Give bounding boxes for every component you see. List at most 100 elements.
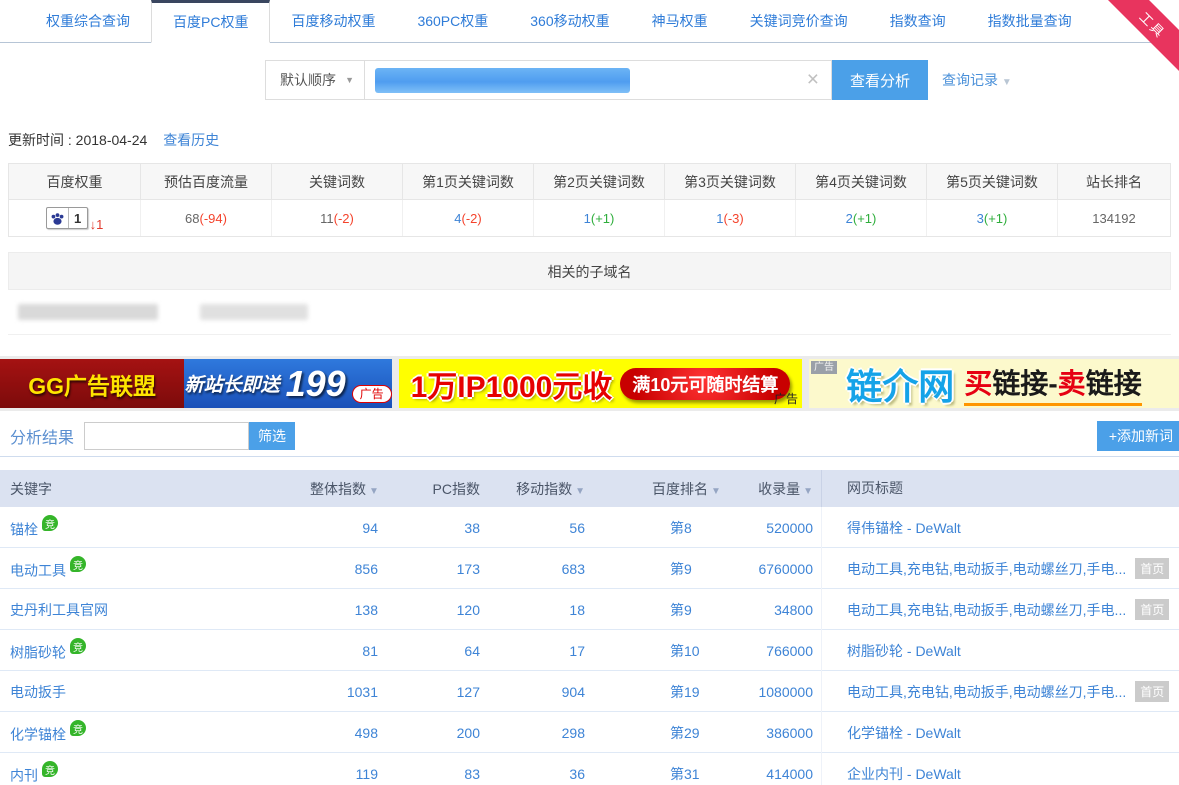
mobile-index-value[interactable]: 18 bbox=[495, 602, 600, 618]
tab-360-mobile-weight[interactable]: 360移动权重 bbox=[509, 0, 630, 42]
ad-right-block: 新站长即送 199 广告 bbox=[184, 359, 392, 408]
baidu-weight-cell: 1 ↓1 bbox=[9, 200, 141, 236]
collect-count-value[interactable]: 1080000 bbox=[715, 684, 821, 700]
table-row: 电动扳手 1031 127 904 第19 1080000 电动工具,充电钻,电… bbox=[0, 671, 1179, 712]
page-title-link[interactable]: 树脂砂轮 - DeWalt bbox=[821, 630, 1179, 671]
keyword-link[interactable]: 电动扳手 bbox=[0, 682, 310, 702]
ad-brand-text: 链介网 bbox=[846, 359, 954, 408]
summary-value-row: 1 ↓1 68(-94) 11(-2) 4(-2) 1(+1) 1(-3) 2(… bbox=[9, 200, 1170, 236]
overall-index-value[interactable]: 94 bbox=[310, 520, 390, 536]
page-title-link[interactable]: 企业内刊 - DeWalt bbox=[821, 753, 1179, 785]
search-box: 默认顺序 ▼ × bbox=[265, 60, 832, 100]
baidu-rank-value[interactable]: 第31 bbox=[600, 764, 715, 784]
baidu-paw-icon bbox=[47, 208, 69, 228]
view-analysis-button[interactable]: 查看分析 bbox=[832, 60, 928, 100]
tab-360-pc-weight[interactable]: 360PC权重 bbox=[396, 0, 509, 42]
top-tab-bar: 权重综合查询 百度PC权重 百度移动权重 360PC权重 360移动权重 神马权… bbox=[0, 0, 1179, 43]
collect-count-value[interactable]: 386000 bbox=[715, 725, 821, 741]
ad-banner-gg-union[interactable]: GG广告联盟 新站长即送 199 广告 bbox=[0, 359, 392, 408]
ad-trade-text: 买链接-卖链接 bbox=[964, 362, 1141, 406]
page1-keywords-value[interactable]: 4(-2) bbox=[403, 200, 534, 236]
col-baidu-rank[interactable]: 百度排名▼ bbox=[600, 479, 715, 499]
keyword-link[interactable]: 锚栓竞 bbox=[0, 515, 310, 540]
mobile-index-value[interactable]: 904 bbox=[495, 684, 600, 700]
redacted-subdomain-link[interactable] bbox=[18, 304, 158, 320]
ad-banner-ip-buy[interactable]: 1万IP1000元收 满10元可随时结算 广告 bbox=[399, 359, 802, 408]
view-history-link[interactable]: 查看历史 bbox=[163, 132, 219, 148]
keyword-link[interactable]: 史丹利工具官网 bbox=[0, 600, 310, 620]
baidu-rank-value[interactable]: 第9 bbox=[600, 600, 715, 620]
pc-index-value[interactable]: 120 bbox=[390, 602, 495, 618]
overall-index-value[interactable]: 1031 bbox=[310, 684, 390, 700]
col-collect-count[interactable]: 收录量▼ bbox=[715, 479, 821, 499]
pc-index-value[interactable]: 38 bbox=[390, 520, 495, 536]
pc-index-value[interactable]: 64 bbox=[390, 643, 495, 659]
tab-baidu-pc-weight[interactable]: 百度PC权重 bbox=[151, 0, 270, 43]
overall-index-value[interactable]: 81 bbox=[310, 643, 390, 659]
tab-shenma-weight[interactable]: 神马权重 bbox=[631, 0, 729, 42]
pc-index-value[interactable]: 83 bbox=[390, 766, 495, 782]
col-overall-index[interactable]: 整体指数▼ bbox=[310, 479, 390, 499]
filter-button[interactable]: 筛选 bbox=[249, 422, 295, 450]
overall-index-value[interactable]: 119 bbox=[310, 766, 390, 782]
page4-keywords-value[interactable]: 2(+1) bbox=[796, 200, 927, 236]
page-title-link[interactable]: 电动工具,充电钻,电动扳手,电动螺丝刀,手电...首页 bbox=[821, 671, 1179, 712]
ad-slogan-text: 1万IP1000元收 bbox=[411, 362, 613, 406]
baidu-rank-value[interactable]: 第8 bbox=[600, 518, 715, 538]
value-main: 4 bbox=[454, 211, 461, 226]
baidu-rank-value[interactable]: 第9 bbox=[600, 559, 715, 579]
pc-index-value[interactable]: 200 bbox=[390, 725, 495, 741]
clear-input-icon[interactable]: × bbox=[795, 68, 831, 92]
tab-index-query[interactable]: 指数查询 bbox=[869, 0, 967, 42]
ad-banner-lianjie[interactable]: 广告 链介网 买链接-卖链接 bbox=[809, 359, 1179, 408]
page3-keywords-value[interactable]: 1(-3) bbox=[665, 200, 796, 236]
keyword-link[interactable]: 内刊竞 bbox=[0, 761, 310, 785]
overall-index-value[interactable]: 856 bbox=[310, 561, 390, 577]
mobile-index-value[interactable]: 298 bbox=[495, 725, 600, 741]
collect-count-value[interactable]: 766000 bbox=[715, 643, 821, 659]
value-change: (-2) bbox=[334, 211, 354, 226]
filter-keyword-input[interactable] bbox=[84, 422, 249, 450]
ad-label-badge: 广告 bbox=[811, 361, 837, 374]
query-history-label: 查询记录 bbox=[942, 72, 998, 88]
collect-count-value[interactable]: 6760000 bbox=[715, 561, 821, 577]
pc-index-value[interactable]: 127 bbox=[390, 684, 495, 700]
baidu-weight-badge[interactable]: 1 bbox=[46, 207, 88, 229]
overall-index-value[interactable]: 138 bbox=[310, 602, 390, 618]
redacted-subdomain-link[interactable] bbox=[200, 304, 308, 320]
sort-order-select[interactable]: 默认顺序 ▼ bbox=[266, 61, 365, 99]
collect-count-value[interactable]: 34800 bbox=[715, 602, 821, 618]
mobile-index-value[interactable]: 683 bbox=[495, 561, 600, 577]
baidu-rank-value[interactable]: 第10 bbox=[600, 641, 715, 661]
analysis-filter-row: 分析结果 筛选 +添加新词 bbox=[10, 421, 1179, 451]
query-history-link[interactable]: 查询记录 ▼ bbox=[942, 70, 1012, 90]
collect-count-value[interactable]: 414000 bbox=[715, 766, 821, 782]
mobile-index-value[interactable]: 17 bbox=[495, 643, 600, 659]
collect-count-value[interactable]: 520000 bbox=[715, 520, 821, 536]
baidu-rank-value[interactable]: 第19 bbox=[600, 682, 715, 702]
keyword-count-value: 11(-2) bbox=[272, 200, 403, 236]
tab-keyword-bid-query[interactable]: 关键词竞价查询 bbox=[729, 0, 869, 42]
page-title-link[interactable]: 得伟锚栓 - DeWalt bbox=[821, 507, 1179, 548]
tab-baidu-mobile-weight[interactable]: 百度移动权重 bbox=[270, 0, 396, 42]
keyword-link[interactable]: 电动工具竞 bbox=[0, 556, 310, 581]
col-mobile-index[interactable]: 移动指数▼ bbox=[495, 479, 600, 499]
domain-search-input[interactable] bbox=[365, 61, 795, 99]
baidu-rank-value[interactable]: 第29 bbox=[600, 723, 715, 743]
overall-index-value[interactable]: 498 bbox=[310, 725, 390, 741]
keyword-link[interactable]: 化学锚栓竞 bbox=[0, 720, 310, 745]
keyword-table-header: 关键字 整体指数▼ PC指数 移动指数▼ 百度排名▼ 收录量▼ 网页标题 bbox=[0, 470, 1179, 507]
mobile-index-value[interactable]: 36 bbox=[495, 766, 600, 782]
tab-weight-overall[interactable]: 权重综合查询 bbox=[25, 0, 151, 42]
mobile-index-value[interactable]: 56 bbox=[495, 520, 600, 536]
keyword-link[interactable]: 树脂砂轮竞 bbox=[0, 638, 310, 663]
page2-keywords-value[interactable]: 1(+1) bbox=[534, 200, 665, 236]
pc-index-value[interactable]: 173 bbox=[390, 561, 495, 577]
page-title-link[interactable]: 化学锚栓 - DeWalt bbox=[821, 712, 1179, 753]
page5-keywords-value[interactable]: 3(+1) bbox=[927, 200, 1058, 236]
page-title-link[interactable]: 电动工具,充电钻,电动扳手,电动螺丝刀,手电...首页 bbox=[821, 589, 1179, 630]
tab-index-batch-query[interactable]: 指数批量查询 bbox=[967, 0, 1093, 42]
col-page-title: 网页标题 bbox=[821, 470, 1179, 507]
page-title-link[interactable]: 电动工具,充电钻,电动扳手,电动螺丝刀,手电...首页 bbox=[821, 548, 1179, 589]
add-new-word-button[interactable]: +添加新词 bbox=[1097, 421, 1179, 451]
